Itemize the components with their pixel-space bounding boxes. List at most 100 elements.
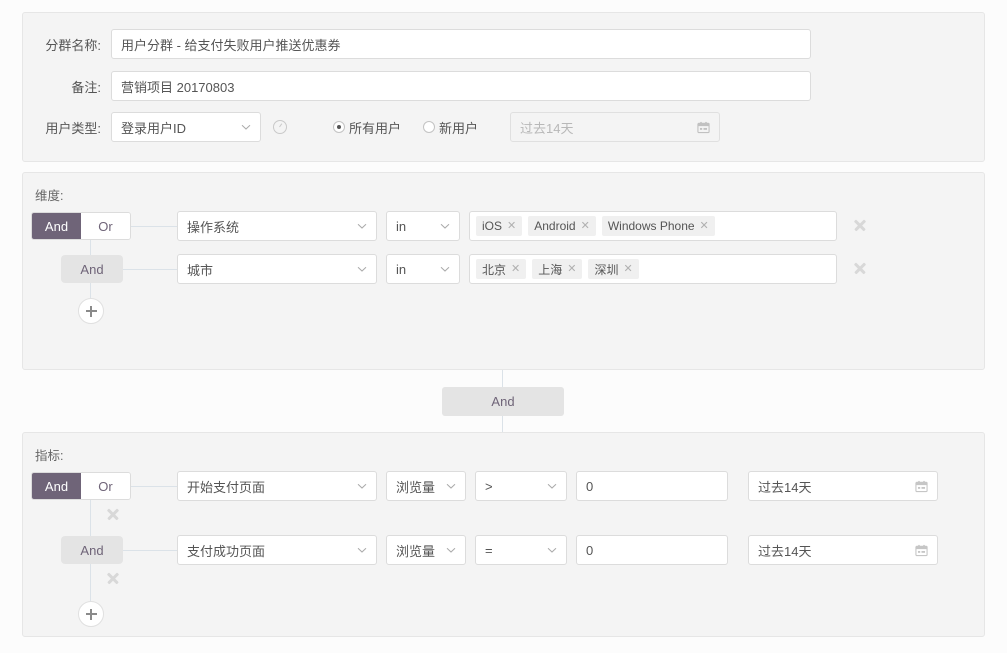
metric-measure-select-2-value: 浏览量 [396,541,435,560]
dimension-operator-select-2-value: in [396,262,406,277]
tag-remove-icon[interactable]: ✕ [623,264,632,275]
chevron-down-icon [440,221,450,231]
dimension-row-1-connector [131,226,177,227]
user-scope-radio-group: 所有用户 新用户 [333,118,500,137]
remark-label: 备注: [23,77,101,96]
dimension-value-tags-1[interactable]: iOS ✕ Android ✕ Windows Phone ✕ [469,211,837,241]
metric-value-input-1[interactable]: 0 [576,471,728,501]
metric-child-and-chip[interactable]: And [61,536,123,564]
calendar-icon [915,544,928,557]
dimension-field-select-1-value: 操作系统 [187,217,239,236]
middle-connector-line-top [502,370,503,387]
tag-remove-icon[interactable]: ✕ [700,221,709,232]
chevron-down-icon [547,481,557,491]
metric-toggle-or[interactable]: Or [81,473,130,499]
metric-row-1: And Or 开始支付页面 浏览量 > [31,471,938,501]
tag-label: Android [534,219,575,233]
dimension-operator-select-2[interactable]: in [386,254,460,284]
metric-date-range-2-value: 过去14天 [758,541,811,560]
dimension-toggle-or[interactable]: Or [81,213,130,239]
tag-label: 上海 [538,261,562,278]
dimension-row-2-remove-button[interactable] [853,261,867,275]
chevron-down-icon [241,122,251,132]
dimension-row-2-connector [123,269,177,270]
tag-remove-icon[interactable]: ✕ [581,221,590,232]
metric-andor-toggle[interactable]: And Or [31,472,131,500]
metric-event-select-2[interactable]: 支付成功页面 [177,535,377,565]
dimension-row-2: And 城市 in 北京 ✕ 上海 [61,254,837,284]
chevron-down-icon [357,264,367,274]
tag-item[interactable]: iOS ✕ [476,216,522,236]
metric-date-range-1[interactable]: 过去14天 [748,471,938,501]
dimension-section-label: 维度: [35,185,63,204]
radio-all-users[interactable]: 所有用户 [333,118,401,137]
tag-label: 深圳 [594,261,618,278]
metric-add-condition-button[interactable] [78,601,104,627]
dimension-field-select-2-value: 城市 [187,260,213,279]
radio-dot-icon [423,121,435,133]
dimension-operator-select-1-value: in [396,219,406,234]
chevron-down-icon [357,545,367,555]
tag-item[interactable]: 深圳 ✕ [588,259,638,279]
user-type-select-value: 登录用户ID [121,118,186,137]
tag-item[interactable]: 北京 ✕ [476,259,526,279]
user-type-row: 用户类型: 登录用户ID 所有用户 新用户 过去14天 [23,112,720,142]
metric-operator-select-2-value: = [485,543,493,558]
dimension-child-and-chip[interactable]: And [61,255,123,283]
metric-row-2: And 支付成功页面 浏览量 = 0 [61,535,938,565]
dimension-row-1-remove-button[interactable] [853,218,867,232]
metric-measure-select-1-value: 浏览量 [396,477,435,496]
calendar-icon [697,121,710,134]
chevron-down-icon [446,545,456,555]
metric-toggle-and[interactable]: And [32,473,81,499]
new-user-date-range-input[interactable]: 过去14天 [510,112,720,142]
dimension-operator-select-1[interactable]: in [386,211,460,241]
segment-name-label: 分群名称: [23,35,101,54]
tag-label: 北京 [482,261,506,278]
metric-section-label: 指标: [35,445,63,464]
metric-operator-select-2[interactable]: = [475,535,567,565]
user-type-select[interactable]: 登录用户ID [111,112,261,142]
tag-remove-icon[interactable]: ✕ [567,264,576,275]
chevron-down-icon [446,481,456,491]
radio-new-users-label: 新用户 [439,118,478,137]
dimension-add-condition-button[interactable] [78,298,104,324]
metric-value-input-2[interactable]: 0 [576,535,728,565]
metric-measure-select-1[interactable]: 浏览量 [386,471,466,501]
metric-row-2-remove-button[interactable] [106,571,120,585]
middle-and-connector[interactable]: And [442,387,564,416]
radio-new-users[interactable]: 新用户 [423,118,478,137]
chevron-down-icon [357,221,367,231]
metric-operator-select-1[interactable]: > [475,471,567,501]
metric-operator-select-1-value: > [485,479,493,494]
tag-item[interactable]: 上海 ✕ [532,259,582,279]
metric-row-1-remove-button[interactable] [106,507,120,521]
metric-date-range-2[interactable]: 过去14天 [748,535,938,565]
tag-remove-icon[interactable]: ✕ [511,264,520,275]
dimension-field-select-1[interactable]: 操作系统 [177,211,377,241]
dimension-andor-toggle[interactable]: And Or [31,212,131,240]
chevron-down-icon [547,545,557,555]
metric-event-select-1-value: 开始支付页面 [187,477,265,496]
tag-item[interactable]: Android ✕ [528,216,596,236]
tag-remove-icon[interactable]: ✕ [507,221,516,232]
metric-event-select-1[interactable]: 开始支付页面 [177,471,377,501]
tag-item[interactable]: Windows Phone ✕ [602,216,715,236]
chevron-down-icon [440,264,450,274]
basic-info-panel: 分群名称: 用户分群 - 给支付失败用户推送优惠券 备注: 营销项目 20170… [22,12,985,162]
metric-measure-select-2[interactable]: 浏览量 [386,535,466,565]
tag-label: Windows Phone [608,219,695,233]
remark-row: 备注: 营销项目 20170803 [23,71,811,101]
user-segment-builder-page: 分群名称: 用户分群 - 给支付失败用户推送优惠券 备注: 营销项目 20170… [0,0,1007,653]
segment-name-input[interactable]: 用户分群 - 给支付失败用户推送优惠券 [111,29,811,59]
dimension-field-select-2[interactable]: 城市 [177,254,377,284]
segment-name-row: 分群名称: 用户分群 - 给支付失败用户推送优惠券 [23,29,811,59]
help-circle-icon[interactable] [273,120,287,134]
chevron-down-icon [357,481,367,491]
middle-connector-line-bottom [502,416,503,432]
metric-row-2-connector [123,550,177,551]
calendar-icon [915,480,928,493]
remark-input[interactable]: 营销项目 20170803 [111,71,811,101]
dimension-value-tags-2[interactable]: 北京 ✕ 上海 ✕ 深圳 ✕ [469,254,837,284]
dimension-toggle-and[interactable]: And [32,213,81,239]
